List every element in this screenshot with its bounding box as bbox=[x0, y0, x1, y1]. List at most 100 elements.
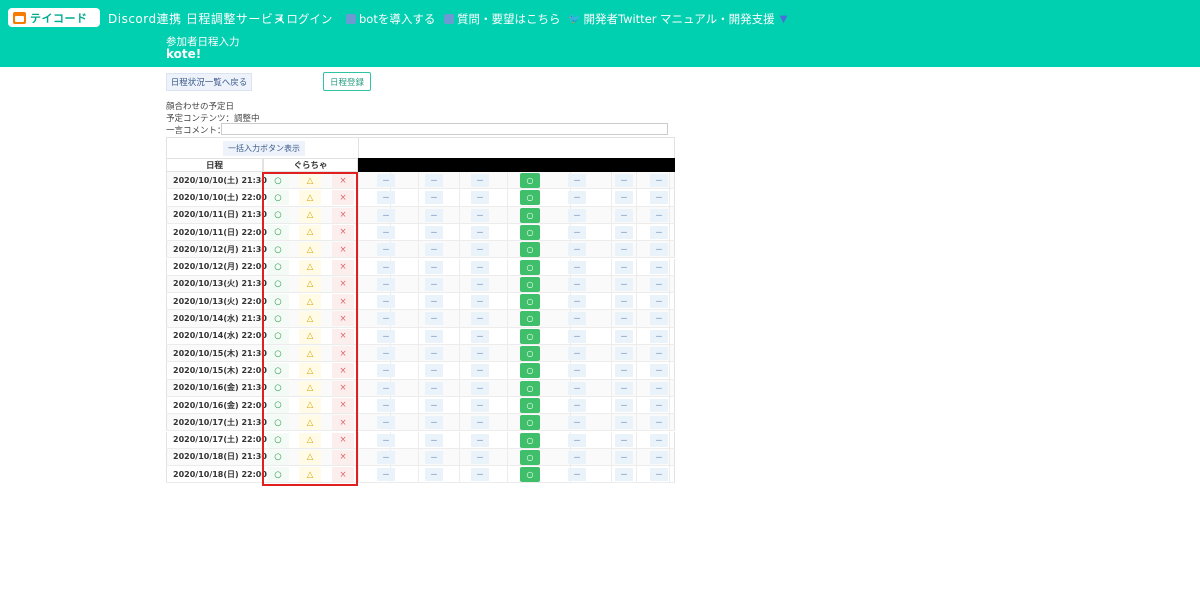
maybe-choice[interactable]: △ bbox=[299, 397, 321, 413]
other-user-ok-badge: ○ bbox=[520, 311, 540, 327]
maybe-choice[interactable]: △ bbox=[299, 224, 321, 240]
table-row: 2020/10/12(月) 22:00~ ○ △ × －－－ ○ －－－ bbox=[166, 258, 675, 276]
column-separator bbox=[669, 223, 670, 241]
other-user-answer: － bbox=[377, 191, 395, 205]
maybe-choice[interactable]: △ bbox=[299, 346, 321, 361]
comment-input[interactable] bbox=[221, 123, 668, 135]
column-separator bbox=[611, 431, 612, 448]
maybe-choice[interactable]: △ bbox=[299, 294, 321, 310]
ok-choice[interactable]: ○ bbox=[267, 242, 289, 258]
no-choice[interactable]: × bbox=[332, 346, 354, 361]
ok-choice[interactable]: ○ bbox=[267, 207, 289, 223]
no-choice[interactable]: × bbox=[332, 328, 354, 344]
maybe-choice[interactable]: △ bbox=[299, 415, 321, 431]
ok-choice[interactable]: ○ bbox=[267, 190, 289, 206]
no-choice[interactable]: × bbox=[332, 449, 354, 465]
ok-choice[interactable]: ○ bbox=[267, 449, 289, 465]
column-separator bbox=[507, 414, 508, 431]
maybe-choice[interactable]: △ bbox=[299, 328, 321, 344]
maybe-choice[interactable]: △ bbox=[299, 207, 321, 223]
no-choice[interactable]: × bbox=[332, 363, 354, 379]
ok-choice[interactable]: ○ bbox=[267, 467, 289, 483]
ok-choice[interactable]: ○ bbox=[267, 363, 289, 379]
maybe-choice[interactable]: △ bbox=[299, 276, 321, 292]
no-choice[interactable]: × bbox=[332, 224, 354, 240]
column-separator bbox=[636, 206, 637, 223]
no-choice[interactable]: × bbox=[332, 259, 354, 275]
no-choice[interactable]: × bbox=[332, 294, 354, 310]
brand-name[interactable]: Discord連携 日程調整サービス bbox=[108, 10, 286, 27]
column-separator bbox=[669, 396, 670, 414]
ok-choice[interactable]: ○ bbox=[267, 311, 289, 327]
no-choice[interactable]: × bbox=[332, 207, 354, 223]
no-choice[interactable]: × bbox=[332, 415, 354, 431]
ok-choice[interactable]: ○ bbox=[267, 380, 289, 396]
ok-choice[interactable]: ○ bbox=[267, 224, 289, 240]
other-user-ok-badge: ○ bbox=[520, 346, 540, 361]
other-user-answer: － bbox=[425, 260, 443, 274]
ok-choice[interactable]: ○ bbox=[267, 294, 289, 310]
other-user-answer: － bbox=[650, 381, 668, 395]
other-user-answer: － bbox=[471, 329, 489, 343]
table-right-border bbox=[674, 327, 675, 344]
other-user-answer: － bbox=[568, 260, 586, 274]
no-choice[interactable]: × bbox=[332, 242, 354, 258]
no-choice[interactable]: × bbox=[332, 397, 354, 413]
other-user-answer: － bbox=[377, 433, 395, 447]
column-separator bbox=[507, 362, 508, 379]
table-right-border bbox=[674, 431, 675, 448]
column-separator bbox=[636, 258, 637, 275]
site-logo[interactable]: テイコード bbox=[8, 8, 100, 27]
no-choice[interactable]: × bbox=[332, 380, 354, 396]
row-date: 2020/10/14(水) 21:30~ bbox=[166, 310, 274, 327]
other-user-answer: － bbox=[615, 312, 633, 326]
maybe-choice[interactable]: △ bbox=[299, 467, 321, 483]
ok-choice[interactable]: ○ bbox=[267, 397, 289, 413]
nav-twitter[interactable]: 🐦 開発者Twitter bbox=[568, 11, 657, 27]
no-choice[interactable]: × bbox=[332, 190, 354, 206]
ok-choice[interactable]: ○ bbox=[267, 259, 289, 275]
ok-choice[interactable]: ○ bbox=[267, 276, 289, 292]
no-choice[interactable]: × bbox=[332, 173, 354, 188]
maybe-choice[interactable]: △ bbox=[299, 432, 321, 448]
maybe-choice[interactable]: △ bbox=[299, 173, 321, 188]
register-schedule-button[interactable]: 日程登録 bbox=[323, 72, 371, 91]
bulk-input-toggle-button[interactable]: 一括入力ボタン表示 bbox=[223, 141, 305, 156]
column-separator bbox=[459, 466, 460, 483]
table-right-border bbox=[674, 223, 675, 241]
nav-login[interactable]: ➜ ログイン bbox=[275, 11, 332, 27]
table-row: 2020/10/14(水) 22:00~ ○ △ × －－－ ○ －－－ bbox=[166, 327, 675, 345]
ok-choice[interactable]: ○ bbox=[267, 432, 289, 448]
other-user-answer: － bbox=[425, 381, 443, 395]
maybe-choice[interactable]: △ bbox=[299, 380, 321, 396]
other-user-answer: － bbox=[615, 468, 633, 482]
ok-choice[interactable]: ○ bbox=[267, 346, 289, 361]
other-user-answer: － bbox=[471, 277, 489, 291]
top-navbar: テイコード Discord連携 日程調整サービス ➜ ログイン botを導入する… bbox=[0, 0, 1200, 67]
ok-choice[interactable]: ○ bbox=[267, 415, 289, 431]
column-separator bbox=[611, 362, 612, 379]
no-choice[interactable]: × bbox=[332, 311, 354, 327]
other-user-answer: － bbox=[615, 416, 633, 430]
ok-choice[interactable]: ○ bbox=[267, 173, 289, 188]
maybe-choice[interactable]: △ bbox=[299, 449, 321, 465]
maybe-choice[interactable]: △ bbox=[299, 363, 321, 379]
maybe-choice[interactable]: △ bbox=[299, 311, 321, 327]
other-user-answer: － bbox=[471, 450, 489, 464]
other-user-answer: － bbox=[615, 347, 633, 360]
row-date: 2020/10/15(木) 22:00~ bbox=[166, 362, 274, 379]
no-choice[interactable]: × bbox=[332, 467, 354, 483]
no-choice[interactable]: × bbox=[332, 432, 354, 448]
nav-manual-dropdown[interactable]: マニュアル・開発支援 ▼ bbox=[660, 11, 787, 27]
no-choice[interactable]: × bbox=[332, 276, 354, 292]
maybe-choice[interactable]: △ bbox=[299, 242, 321, 258]
other-user-ok-badge: ○ bbox=[520, 173, 540, 188]
maybe-choice[interactable]: △ bbox=[299, 190, 321, 206]
back-to-list-button[interactable]: 日程状況一覧へ戻る bbox=[166, 73, 252, 91]
ok-choice[interactable]: ○ bbox=[267, 328, 289, 344]
other-user-answer: － bbox=[377, 295, 395, 309]
column-separator bbox=[459, 310, 460, 327]
nav-questions[interactable]: 質問・要望はこちら bbox=[444, 11, 561, 27]
nav-invite-bot[interactable]: botを導入する bbox=[346, 11, 435, 27]
maybe-choice[interactable]: △ bbox=[299, 259, 321, 275]
